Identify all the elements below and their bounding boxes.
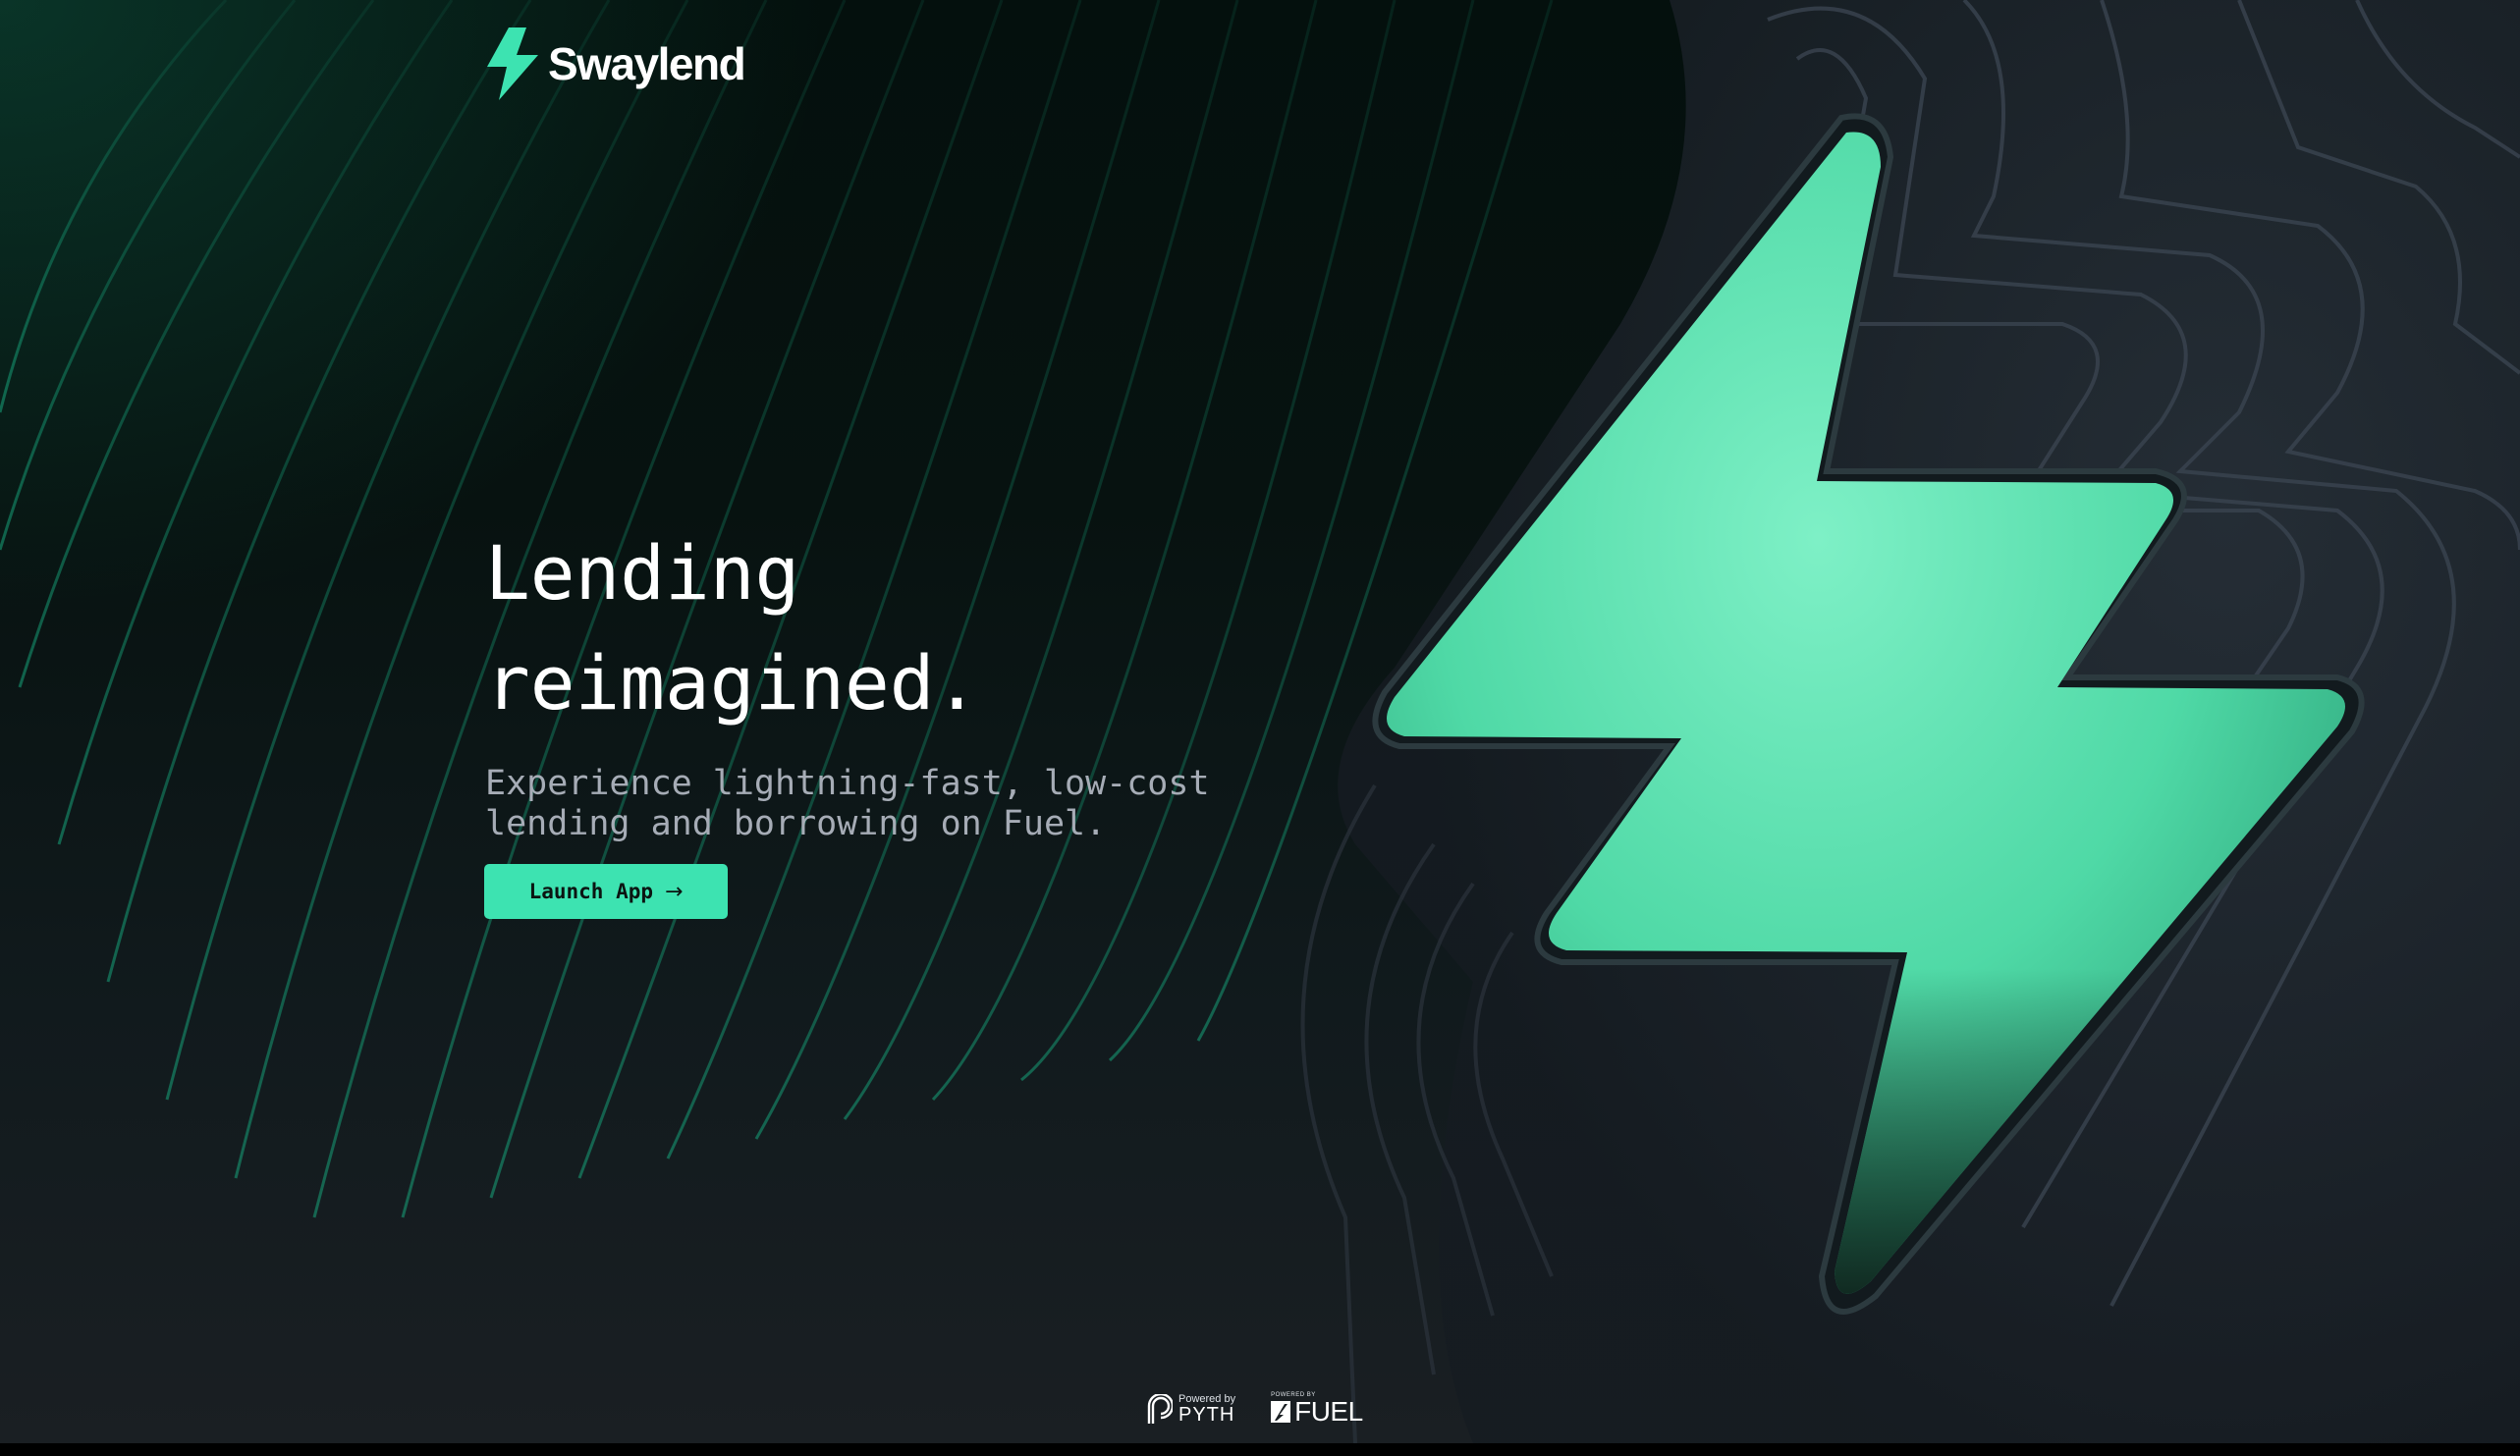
partner-logos: Powered by PYTH POWERED BY FUEL xyxy=(1147,1392,1363,1426)
bottom-edge xyxy=(0,1443,2520,1456)
hero-section: Lending reimagined. Experience lightning… xyxy=(485,518,1369,844)
launch-app-label: Launch App xyxy=(528,880,653,903)
landing-page: Swaylend Lending reimagined. Experience … xyxy=(0,0,2520,1443)
hero-title: Lending reimagined. xyxy=(485,529,980,727)
pyth-logo-icon xyxy=(1147,1394,1173,1424)
arrow-right-icon: → xyxy=(665,879,684,904)
pyth-powered-by: Powered by xyxy=(1178,1392,1236,1405)
fuel-logo-icon xyxy=(1271,1401,1291,1423)
brand-name: Swaylend xyxy=(548,38,746,89)
brand-logo[interactable]: Swaylend xyxy=(483,27,746,100)
launch-app-button[interactable]: Launch App → xyxy=(484,864,728,919)
hero-subtitle: Experience lightning-fast, low-cost lend… xyxy=(485,764,1210,843)
fuel-name: FUEL xyxy=(1294,1396,1363,1427)
lightning-bolt-icon xyxy=(487,27,538,100)
pyth-logo[interactable]: Powered by PYTH xyxy=(1147,1392,1236,1426)
fuel-logo[interactable]: POWERED BY FUEL xyxy=(1271,1392,1363,1426)
pyth-name: PYTH xyxy=(1178,1403,1235,1426)
